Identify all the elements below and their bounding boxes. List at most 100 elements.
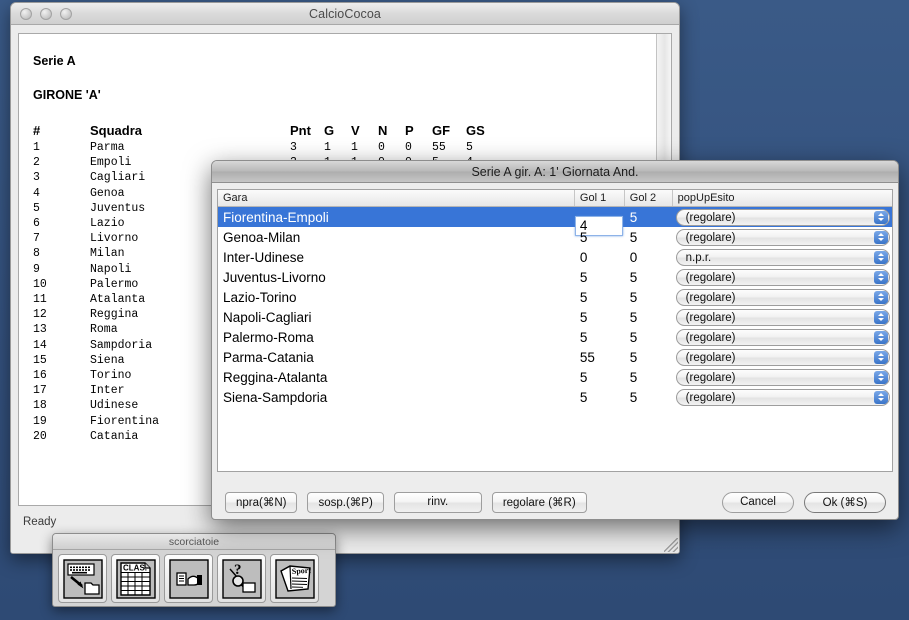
popup-arrows-icon[interactable] xyxy=(873,390,888,404)
matches-table-row[interactable]: Inter-Udinese 0 0 n.p.r. xyxy=(218,247,892,267)
standings-cell-rank: 17 xyxy=(33,384,47,398)
popup-arrows-icon[interactable] xyxy=(873,290,888,304)
popup-arrows-icon[interactable] xyxy=(873,350,888,364)
palette-button-document-hand[interactable] xyxy=(164,554,213,603)
matches-table-row[interactable]: Genoa-Milan 5 5 (regolare) xyxy=(218,227,892,247)
cell-gara[interactable]: Napoli-Cagliari xyxy=(218,310,575,325)
esito-popup-label: (regolare) xyxy=(685,271,736,284)
cell-gol2[interactable]: 0 xyxy=(625,250,673,265)
cell-gol1[interactable]: 5 xyxy=(575,290,625,305)
cell-gol2[interactable]: 5 xyxy=(625,290,673,305)
standings-header-g: G xyxy=(324,123,335,138)
standings-cell-gs: 5 xyxy=(466,141,473,154)
cell-gol2[interactable]: 5 xyxy=(625,370,673,385)
sosp-button[interactable]: sosp.(⌘P) xyxy=(307,491,384,513)
standings-header-gs: GS xyxy=(466,123,485,138)
cell-gol1[interactable]: 55 xyxy=(575,350,625,365)
popup-arrows-icon[interactable] xyxy=(873,370,888,384)
matches-table: Gara Gol 1 Gol 2 popUpEsito Fiorentina-E… xyxy=(217,189,893,472)
giornata-dialog: Serie A gir. A: 1' Giornata And. Gara Go… xyxy=(211,160,899,520)
standings-cell-rank: 18 xyxy=(33,399,47,413)
cell-gara[interactable]: Parma-Catania xyxy=(218,350,575,365)
cell-gol1[interactable]: 5 xyxy=(575,310,625,325)
cell-gara[interactable]: Reggina-Atalanta xyxy=(218,370,575,385)
matches-table-row[interactable]: Lazio-Torino 5 5 (regolare) xyxy=(218,287,892,307)
esito-popup-button[interactable]: (regolare) xyxy=(675,348,890,366)
cell-gol1[interactable]: 5 xyxy=(575,230,625,245)
esito-popup-button[interactable]: (regolare) xyxy=(675,388,890,406)
palette-button-question-search[interactable]: ? xyxy=(217,554,266,603)
resize-grip[interactable] xyxy=(664,538,678,552)
dialog-title[interactable]: Serie A gir. A: 1' Giornata And. xyxy=(212,161,898,183)
svg-text:CLAS.: CLAS. xyxy=(123,563,147,572)
palette-button-sport-news[interactable]: Sport xyxy=(270,554,319,603)
main-window-title: CalcioCocoa xyxy=(309,6,381,21)
cell-gol1[interactable]: 5 xyxy=(575,390,625,405)
cell-gol2[interactable]: 5 xyxy=(625,310,673,325)
standings-cell-rank: 20 xyxy=(33,429,47,443)
cancel-button[interactable]: Cancel xyxy=(722,491,794,513)
esito-popup-button[interactable]: n.p.r. xyxy=(675,248,890,266)
standings-cell-rank: 2 xyxy=(33,156,40,170)
palette-title[interactable]: scorciatoie xyxy=(53,534,335,550)
esito-popup-button[interactable]: (regolare) xyxy=(675,208,890,226)
esito-popup-button[interactable]: (regolare) xyxy=(675,288,890,306)
matches-table-row[interactable]: Fiorentina-Empoli 4 5 (regolare) xyxy=(218,207,892,236)
palette-button-keyboard-to-folder[interactable] xyxy=(58,554,107,603)
standings-cell-rank: 11 xyxy=(33,293,47,307)
esito-popup-button[interactable]: (regolare) xyxy=(675,328,890,346)
popup-arrows-icon[interactable] xyxy=(873,330,888,344)
standings-cell-team: Parma xyxy=(90,141,125,154)
column-header-esito[interactable]: popUpEsito xyxy=(673,190,892,206)
popup-arrows-icon[interactable] xyxy=(873,250,888,264)
standings-cell-rank: 6 xyxy=(33,217,40,231)
dialog-body: Gara Gol 1 Gol 2 popUpEsito Fiorentina-E… xyxy=(212,183,898,472)
cell-gol1[interactable]: 5 xyxy=(575,370,625,385)
cell-gol2[interactable]: 5 xyxy=(625,230,673,245)
column-header-gol1[interactable]: Gol 1 xyxy=(575,190,625,206)
standings-cell-g: 1 xyxy=(324,141,331,154)
cell-gara[interactable]: Juventus-Livorno xyxy=(218,270,575,285)
ok-button[interactable]: Ok (⌘S) xyxy=(804,491,886,513)
regolare-button[interactable]: regolare (⌘R) xyxy=(491,491,587,513)
cell-gara[interactable]: Inter-Udinese xyxy=(218,250,575,265)
cell-gol1[interactable]: 5 xyxy=(575,270,625,285)
standings-header-p: P xyxy=(405,123,414,138)
main-window-titlebar[interactable]: CalcioCocoa xyxy=(11,3,679,25)
cell-gara[interactable]: Siena-Sampdoria xyxy=(218,390,575,405)
standings-cell-rank: 1 xyxy=(33,141,40,154)
npra-button[interactable]: npra(⌘N) xyxy=(225,491,298,513)
cell-gara[interactable]: Genoa-Milan xyxy=(218,230,575,245)
popup-arrows-icon[interactable] xyxy=(873,230,888,244)
cell-gol2[interactable]: 5 xyxy=(625,350,673,365)
esito-popup-button[interactable]: (regolare) xyxy=(675,308,890,326)
matches-table-row[interactable]: Reggina-Atalanta 5 5 (regolare) xyxy=(218,367,892,387)
palette-button-classifica[interactable]: CLAS. xyxy=(111,554,160,603)
column-header-gara[interactable]: Gara xyxy=(218,190,575,206)
cell-gol2[interactable]: 5 xyxy=(625,390,673,405)
cell-esito: (regolare) xyxy=(673,308,892,326)
rinv-button[interactable]: rinv. xyxy=(393,491,482,513)
matches-table-row[interactable]: Napoli-Cagliari 5 5 (regolare) xyxy=(218,307,892,327)
cell-gara[interactable]: Fiorentina-Empoli xyxy=(218,210,575,225)
matches-table-row[interactable]: Juventus-Livorno 5 5 (regolare) xyxy=(218,267,892,287)
column-header-gol2[interactable]: Gol 2 xyxy=(625,190,673,206)
esito-popup-label: (regolare) xyxy=(685,311,736,324)
esito-popup-button[interactable]: (regolare) xyxy=(675,368,890,386)
cell-gol2[interactable]: 5 xyxy=(625,330,673,345)
matches-table-row[interactable]: Palermo-Roma 5 5 (regolare) xyxy=(218,327,892,347)
cell-gol1[interactable]: 5 xyxy=(575,330,625,345)
standings-header-rank: # xyxy=(33,123,41,138)
matches-table-row[interactable]: Parma-Catania 55 5 (regolare) xyxy=(218,347,892,367)
popup-arrows-icon[interactable] xyxy=(873,210,888,224)
popup-arrows-icon[interactable] xyxy=(873,270,888,284)
cell-gara[interactable]: Palermo-Roma xyxy=(218,330,575,345)
esito-popup-button[interactable]: (regolare) xyxy=(675,268,890,286)
cell-gol2[interactable]: 5 xyxy=(625,270,673,285)
esito-popup-button[interactable]: (regolare) xyxy=(675,228,890,246)
cell-gol2[interactable]: 5 xyxy=(625,210,673,225)
popup-arrows-icon[interactable] xyxy=(873,310,888,324)
cell-gara[interactable]: Lazio-Torino xyxy=(218,290,575,305)
cell-gol1[interactable]: 0 xyxy=(575,250,625,265)
matches-table-row[interactable]: Siena-Sampdoria 5 5 (regolare) xyxy=(218,387,892,407)
